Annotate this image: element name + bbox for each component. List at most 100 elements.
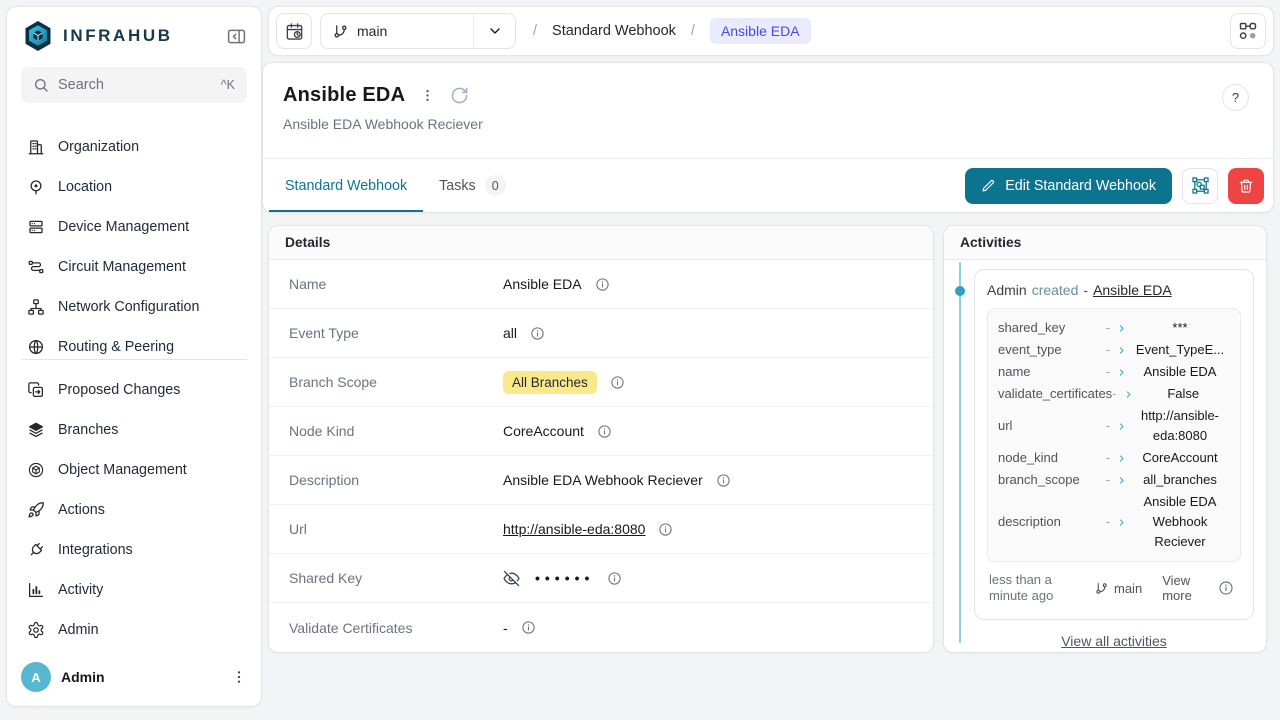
title-kebab-icon[interactable] [420,88,435,103]
activity-branch: main [1095,581,1142,596]
edit-button[interactable]: Edit Standard Webhook [965,168,1172,204]
layers-icon [27,421,45,439]
detail-row-url: Url http://ansible-eda:8080 [269,505,933,554]
rocket-icon [27,501,45,519]
gear-icon [27,621,45,639]
detail-row-name: Name Ansible EDA [269,260,933,309]
schema-button[interactable] [1230,13,1266,49]
branch-scope-badge: All Branches [503,371,597,394]
git-branch-icon [333,24,348,39]
diff-icon [27,381,45,399]
server-icon [27,218,45,236]
user-kebab-icon[interactable] [231,669,247,685]
sidebar: INFRAHUB Search ^K Organization Location… [6,6,262,707]
change-row: url - http://ansible-eda:8080 [998,405,1230,447]
route-icon [27,258,45,276]
sidebar-item-circuit-management[interactable]: Circuit Management [17,247,251,287]
page-title: Ansible EDA [283,84,405,107]
sidebar-item-integrations[interactable]: Integrations [17,530,251,570]
url-link[interactable]: http://ansible-eda:8080 [503,521,645,537]
sidebar-item-organization[interactable]: Organization [17,127,251,167]
info-icon[interactable] [521,620,536,635]
branch-dropdown-toggle[interactable] [473,14,515,48]
tab-standard-webhook[interactable]: Standard Webhook [269,159,423,212]
time-travel-button[interactable] [276,13,312,49]
change-row: name - Ansible EDA [998,361,1230,383]
search-input[interactable]: Search ^K [21,67,247,103]
user-name: Admin [61,669,221,685]
chevron-right-icon [1117,346,1126,355]
detail-row-description: Description Ansible EDA Webhook Reciever [269,456,933,505]
activity-entry-footer: less than a minute ago main View more [987,562,1241,607]
sidebar-item-activity[interactable]: Activity [17,570,251,610]
sidebar-collapse-icon[interactable] [226,26,247,47]
tab-tasks[interactable]: Tasks 0 [423,159,522,212]
eye-off-icon[interactable] [503,570,520,587]
activity-entry: Admin created - Ansible EDA shared_key -… [974,269,1254,620]
breadcrumb-section[interactable]: Standard Webhook [552,23,676,39]
schema-icon [1238,21,1258,41]
view-more-link[interactable]: View more [1162,573,1208,604]
detail-row-shared-key: Shared Key •••••• [269,554,933,603]
info-icon[interactable] [658,522,673,537]
network-icon [27,298,45,316]
change-row: branch_scope - all_branches [998,469,1230,491]
info-icon[interactable] [607,571,622,586]
branch-selector[interactable]: main [320,13,516,49]
search-shortcut: ^K [221,78,235,92]
sidebar-item-device-management[interactable]: Device Management [17,207,251,247]
timeline-line [959,262,961,643]
change-row: validate_certificates - False [998,383,1230,405]
calendar-clock-icon [285,22,304,41]
chevron-right-icon [1117,476,1126,485]
refresh-icon[interactable] [450,86,469,105]
branch-name: main [357,23,387,39]
plug-icon [27,541,45,559]
sidebar-nav-secondary: Proposed Changes Branches Object Managem… [7,360,261,650]
chevron-right-icon [1117,518,1126,527]
change-row: node_kind - CoreAccount [998,447,1230,469]
sidebar-item-object-management[interactable]: Object Management [17,450,251,490]
chevron-down-icon [487,23,503,39]
sidebar-item-branches[interactable]: Branches [17,410,251,450]
info-icon[interactable] [595,277,610,292]
activity-timestamp: less than a minute ago [989,572,1085,605]
sidebar-item-network-configuration[interactable]: Network Configuration [17,287,251,327]
help-button[interactable]: ? [1222,84,1249,111]
info-icon[interactable] [610,375,625,390]
search-icon [33,77,49,93]
sidebar-item-routing-peering[interactable]: Routing & Peering [17,327,251,354]
info-icon[interactable] [597,424,612,439]
shared-key-masked: •••••• [535,570,594,586]
object-group-icon [1191,176,1210,195]
tab-bar: Standard Webhook Tasks 0 Edit Standard W… [263,159,1273,212]
detail-row-validate-certificates: Validate Certificates - [269,603,933,652]
sidebar-item-actions[interactable]: Actions [17,490,251,530]
sidebar-item-admin[interactable]: Admin [17,610,251,650]
manage-groups-button[interactable] [1182,168,1218,204]
sidebar-item-proposed-changes[interactable]: Proposed Changes [17,370,251,410]
activity-entry-title: Admin created - Ansible EDA [987,282,1241,298]
change-row: description - Ansible EDA Webhook Reciev… [998,491,1230,553]
search-placeholder: Search [58,77,104,93]
sidebar-nav-primary: Organization Location Device Management … [7,127,261,354]
info-icon[interactable] [716,473,731,488]
breadcrumb-separator: / [533,23,537,39]
chevron-right-icon [1117,368,1126,377]
infrahub-logo-icon [23,20,53,52]
delete-button[interactable] [1228,168,1264,204]
info-icon[interactable] [530,326,545,341]
info-icon[interactable] [1218,580,1234,596]
avatar: A [21,662,51,692]
change-row: shared_key - *** [998,317,1230,339]
details-panel: Details Name Ansible EDA Event Type all … [268,225,934,653]
breadcrumb-current[interactable]: Ansible EDA [710,18,811,44]
view-all-activities-link[interactable]: View all activities [1061,633,1167,649]
activity-object-link[interactable]: Ansible EDA [1093,282,1172,298]
user-menu[interactable]: A Admin [7,650,261,706]
cube-icon [27,461,45,479]
bar-chart-icon [27,581,45,599]
chevron-right-icon [1124,390,1133,399]
building-icon [27,138,45,156]
sidebar-item-location[interactable]: Location [17,167,251,207]
